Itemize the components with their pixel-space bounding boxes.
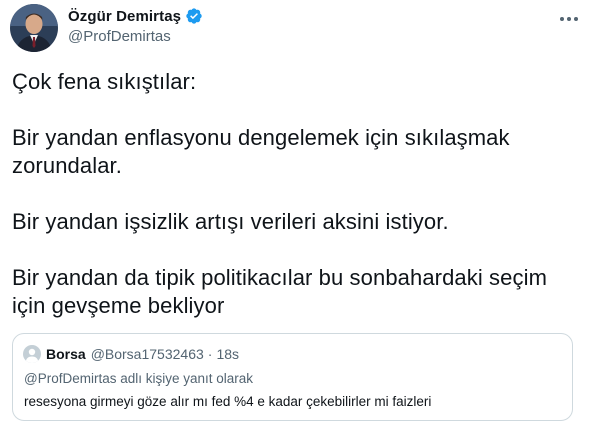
reply-context: @ProfDemirtas adlı kişiye yanıt olarak xyxy=(24,371,254,386)
quoted-author-name[interactable]: Borsa xyxy=(46,346,86,362)
author-info[interactable]: Özgür Demirtaş @ProfDemirtas xyxy=(68,6,203,45)
quoted-author-handle[interactable]: @Borsa17532463 xyxy=(91,346,204,362)
quoted-tweet-header: Borsa @Borsa17532463 · 18s xyxy=(23,345,239,363)
verified-badge-icon xyxy=(185,7,203,25)
quoted-timestamp[interactable]: 18s xyxy=(216,346,239,362)
separator-dot: · xyxy=(207,346,213,362)
default-avatar-icon xyxy=(23,345,41,363)
profile-photo-icon[interactable] xyxy=(10,4,58,52)
quoted-tweet-text: resesyona girmeyi göze alır mı fed %4 e … xyxy=(24,394,432,409)
tweet-paragraph: Bir yandan işsizlik artışı verileri aksi… xyxy=(12,209,449,234)
tweet-paragraph: Bir yandan da tipik politikacılar bu son… xyxy=(12,265,548,318)
tweet-paragraph: Bir yandan enflasyonu dengelemek için sı… xyxy=(12,125,510,178)
more-options-icon[interactable] xyxy=(556,8,582,30)
tweet-paragraph: Çok fena sıkıştılar: xyxy=(12,69,197,94)
tweet: Özgür Demirtaş @ProfDemirtas Çok fena sı… xyxy=(0,0,600,432)
quoted-tweet[interactable]: Borsa @Borsa17532463 · 18s @ProfDemirtas… xyxy=(12,333,573,421)
author-handle[interactable]: @ProfDemirtas xyxy=(68,28,203,45)
author-display-name[interactable]: Özgür Demirtaş xyxy=(68,8,181,25)
tweet-text: Çok fena sıkıştılar: Bir yandan enflasyo… xyxy=(12,68,582,348)
